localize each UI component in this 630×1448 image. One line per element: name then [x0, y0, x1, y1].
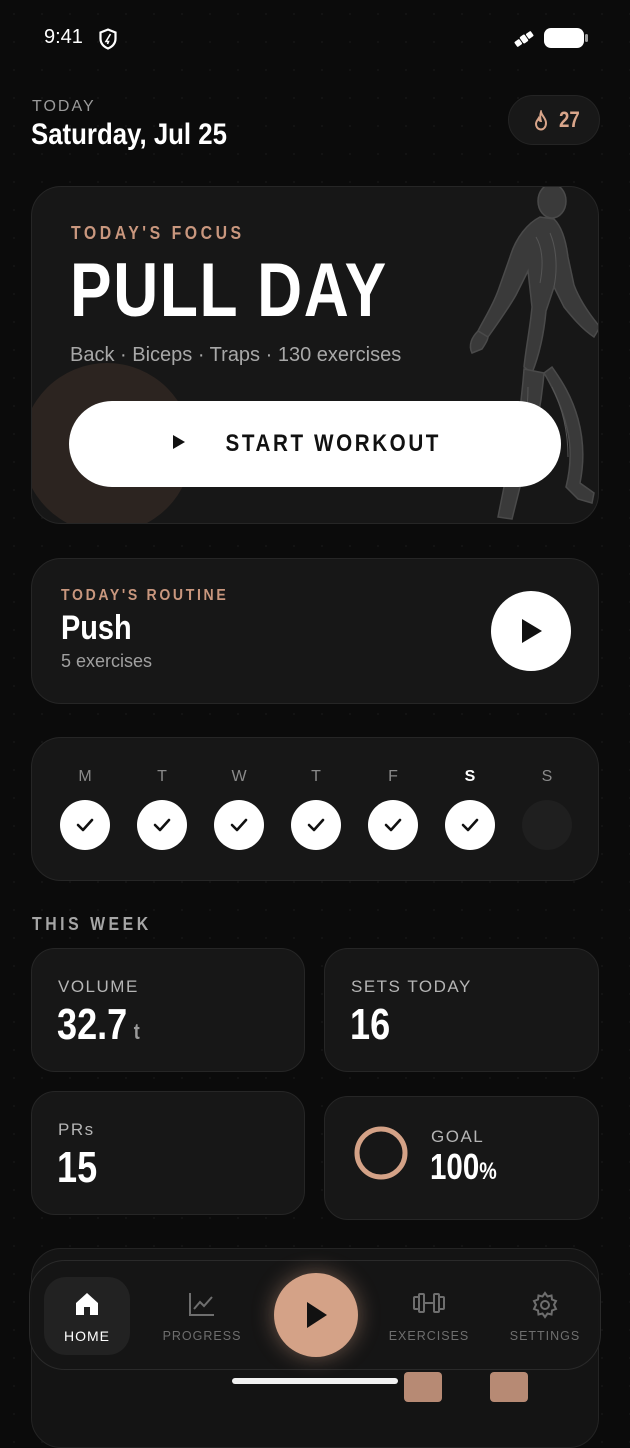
nav-settings-label: SETTINGS	[509, 1329, 581, 1343]
gear-icon	[490, 1291, 600, 1319]
home-icon	[32, 1291, 142, 1317]
goal-value: 100	[430, 1146, 480, 1187]
home-indicator	[232, 1378, 398, 1384]
day-letter: T	[157, 768, 167, 785]
focus-title: PULL DAY	[70, 248, 388, 333]
shield-icon	[98, 28, 118, 54]
day-monday[interactable]: M	[60, 768, 110, 850]
nav-exercises[interactable]: EXERCISES	[374, 1261, 484, 1369]
streak-badge[interactable]: 27	[508, 95, 600, 145]
volume-stat-card[interactable]: VOLUME 32.7 t	[31, 948, 305, 1072]
check-icon	[307, 818, 325, 832]
day-complete-check	[137, 800, 187, 850]
routine-play-button[interactable]	[491, 591, 571, 671]
day-complete-check	[291, 800, 341, 850]
day-wednesday[interactable]: W	[214, 768, 264, 850]
goal-unit: %	[479, 1158, 497, 1185]
day-letter: S	[541, 768, 553, 785]
routine-label: TODAY'S ROUTINE	[61, 587, 229, 604]
battery-tip	[585, 34, 588, 42]
goal-progress-ring	[352, 1124, 410, 1186]
flame-icon	[533, 108, 549, 136]
volume-label: VOLUME	[58, 977, 139, 996]
focus-label: TODAY'S FOCUS	[71, 223, 245, 243]
play-icon	[307, 1302, 327, 1328]
day-complete-check	[60, 800, 110, 850]
start-workout-label: START WORKOUT	[225, 430, 441, 457]
nav-progress-label: PROGRESS	[162, 1329, 242, 1343]
status-time: 9:41	[44, 26, 83, 48]
this-week-heading: THIS WEEK	[32, 914, 152, 934]
day-letter: M	[78, 768, 92, 785]
goal-value-wrap: 100%	[430, 1149, 497, 1185]
nav-progress[interactable]: PROGRESS	[147, 1261, 257, 1369]
chart-bar	[404, 1372, 442, 1402]
volume-value-wrap: 32.7 t	[57, 1003, 140, 1047]
check-icon	[384, 818, 402, 832]
day-saturday[interactable]: S	[445, 768, 495, 850]
date-title: Saturday, Jul 25	[31, 118, 227, 151]
day-friday[interactable]: F	[368, 768, 418, 850]
nav-home[interactable]: HOME	[32, 1261, 142, 1369]
dumbbell-icon	[374, 1291, 484, 1315]
week-tracker-card: M T W T F S S	[31, 737, 599, 881]
routine-card[interactable]: TODAY'S ROUTINE Push 5 exercises	[31, 558, 599, 704]
routine-name: Push	[61, 609, 132, 647]
day-letter: W	[231, 768, 247, 785]
sets-today-value: 16	[350, 1000, 391, 1049]
focus-subtitle: Back · Biceps · Traps · 130 exercises	[70, 344, 402, 366]
nav-settings[interactable]: SETTINGS	[490, 1261, 600, 1369]
chart-icon	[147, 1291, 257, 1317]
check-icon	[230, 818, 248, 832]
prs-label: PRs	[58, 1120, 95, 1139]
nav-home-label: HOME	[64, 1328, 110, 1344]
check-icon	[153, 818, 171, 832]
play-icon	[172, 434, 186, 454]
bottom-nav: HOME PROGRESS EXERCISES SETTINGS	[29, 1260, 601, 1370]
sets-today-label: SETS TODAY	[351, 977, 472, 996]
goal-label: GOAL	[431, 1127, 485, 1146]
sets-today-stat-card[interactable]: SETS TODAY 16	[324, 948, 599, 1072]
day-complete-check	[214, 800, 264, 850]
satellite-icon	[512, 27, 536, 55]
routine-exercise-count: 5 exercises	[61, 651, 153, 671]
battery-icon	[544, 28, 584, 48]
day-tuesday[interactable]: T	[137, 768, 187, 850]
quick-start-button[interactable]	[274, 1273, 358, 1357]
volume-value: 32.7	[57, 1000, 128, 1049]
day-sunday[interactable]: S	[522, 768, 572, 850]
nav-exercises-label: EXERCISES	[388, 1329, 470, 1343]
day-complete-check	[445, 800, 495, 850]
day-letter: T	[311, 768, 321, 785]
streak-count: 27	[559, 107, 580, 132]
focus-card[interactable]: TODAY'S FOCUS PULL DAY Back · Biceps · T…	[31, 186, 599, 524]
check-icon	[76, 818, 94, 832]
day-complete-check	[368, 800, 418, 850]
day-thursday[interactable]: T	[291, 768, 341, 850]
day-letter: F	[388, 768, 398, 785]
prs-stat-card[interactable]: PRs 15	[31, 1091, 305, 1215]
prs-value: 15	[57, 1143, 98, 1192]
chart-bar	[490, 1372, 528, 1402]
start-workout-button[interactable]: START WORKOUT	[69, 401, 561, 487]
day-letter-current: S	[464, 768, 476, 785]
volume-unit: t	[133, 1019, 140, 1044]
goal-stat-card[interactable]: GOAL 100%	[324, 1096, 599, 1220]
play-icon	[522, 619, 542, 643]
day-incomplete-dot	[522, 800, 572, 850]
today-label: TODAY	[32, 98, 96, 115]
check-icon	[461, 818, 479, 832]
